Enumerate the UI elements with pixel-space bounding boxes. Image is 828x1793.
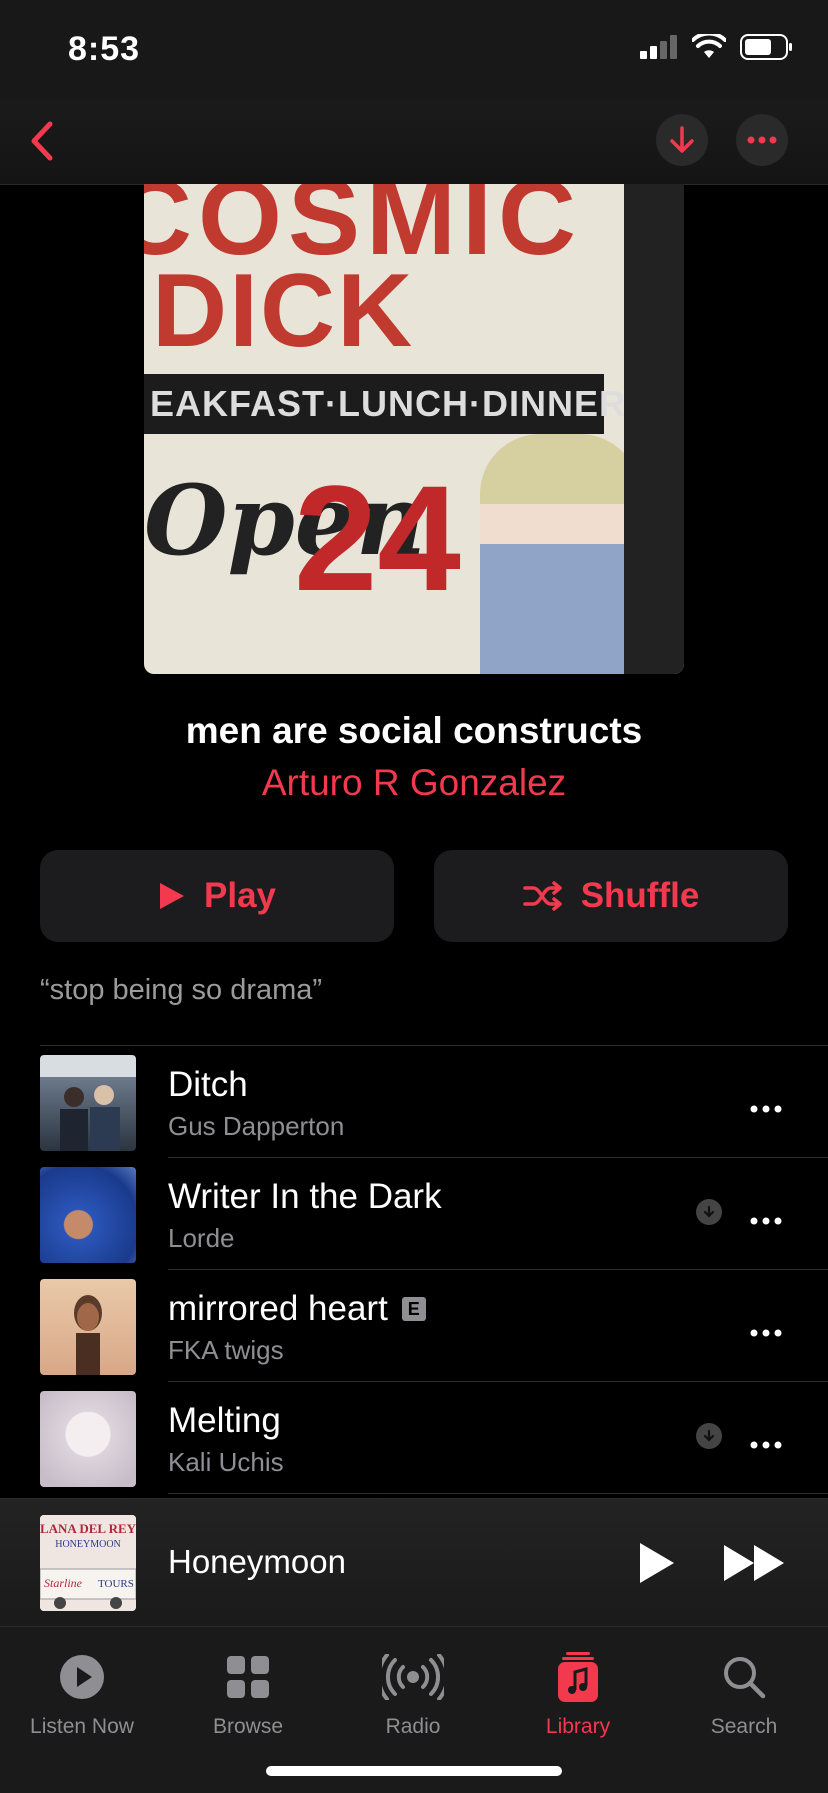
radio-icon (382, 1654, 444, 1700)
tab-search[interactable]: Search (669, 1639, 819, 1739)
play-circle-icon (60, 1655, 104, 1699)
track-title: mirrored heart E (168, 1289, 426, 1329)
mini-player[interactable]: LANA DEL REY HONEYMOON Starline TOURS Ho… (0, 1498, 828, 1627)
tab-listen-now[interactable]: Listen Now (7, 1639, 157, 1739)
tab-browse[interactable]: Browse (173, 1639, 323, 1739)
ellipsis-icon (750, 1217, 782, 1225)
mini-next-button[interactable] (722, 1543, 786, 1583)
search-icon (724, 1657, 766, 1699)
track-more-button[interactable] (750, 1307, 782, 1346)
wifi-icon (692, 34, 726, 58)
honeymoon-artwork: LANA DEL REY HONEYMOON Starline TOURS (40, 1515, 136, 1611)
album-artist-link[interactable]: Arturo R Gonzalez (0, 762, 828, 804)
track-more-button[interactable] (750, 1419, 782, 1458)
playlist-description: “stop being so drama” (40, 974, 323, 1006)
download-arrow-icon (703, 1429, 715, 1442)
track-title-text: Melting (168, 1401, 281, 1440)
track-title-text: mirrored heart (168, 1289, 388, 1328)
ellipsis-icon (750, 1441, 782, 1449)
status-time: 8:53 (68, 30, 141, 68)
track-artist: Kali Uchis (168, 1447, 284, 1477)
track-artist: Gus Dapperton (168, 1111, 345, 1141)
tab-label: Listen Now (30, 1715, 134, 1738)
divider (168, 1493, 828, 1494)
play-button-label: Play (204, 876, 276, 915)
artwork-person (480, 434, 640, 674)
track-title: Melting (168, 1401, 281, 1441)
track-artwork (40, 1055, 136, 1151)
back-button[interactable] (20, 116, 70, 166)
track-artwork (40, 1279, 136, 1375)
tab-label: Search (710, 1715, 778, 1738)
more-options-button[interactable] (736, 114, 788, 166)
artwork-text-24: 24 (294, 454, 461, 622)
track-row[interactable]: Writer In the Dark Lorde (0, 1157, 828, 1269)
status-icons (640, 34, 794, 60)
download-arrow-icon (703, 1205, 715, 1218)
track-more-button[interactable] (750, 1083, 782, 1122)
cellular-signal-icon (640, 35, 677, 59)
tab-library[interactable]: Library (503, 1639, 653, 1739)
svg-text:HONEYMOON: HONEYMOON (55, 1539, 121, 1550)
music-note-icon (558, 1652, 598, 1702)
play-icon (640, 1543, 674, 1583)
shuffle-button[interactable]: Shuffle (434, 850, 788, 942)
shuffle-icon (522, 881, 562, 911)
chevron-left-icon (31, 121, 53, 161)
ellipsis-icon (747, 136, 777, 144)
tab-label: Library (545, 1715, 611, 1738)
track-artist: FKA twigs (168, 1335, 284, 1365)
artwork-text-meals: EAKFAST·LUNCH·DINNER (150, 383, 626, 424)
artwork-text-dick: DICK (152, 253, 415, 369)
track-title: Ditch (168, 1065, 248, 1105)
svg-text:LANA DEL REY: LANA DEL REY (40, 1521, 136, 1536)
shuffle-button-label: Shuffle (580, 876, 700, 915)
status-bar: 8:53 (0, 0, 828, 100)
fast-forward-icon (724, 1545, 784, 1581)
downloaded-indicator (696, 1199, 722, 1225)
tab-label: Radio (385, 1715, 441, 1738)
home-indicator[interactable] (266, 1766, 562, 1776)
play-button[interactable]: Play (40, 850, 394, 942)
svg-text:Starline: Starline (44, 1576, 83, 1590)
album-artwork: COSMIC DICK EAKFAST·LUNCH·DINNER Open 24 (144, 184, 684, 674)
now-playing-title: Honeymoon (168, 1543, 346, 1580)
track-title: Writer In the Dark (168, 1177, 442, 1217)
svg-text:TOURS: TOURS (98, 1578, 134, 1590)
mini-play-button[interactable] (636, 1541, 680, 1585)
track-artwork (40, 1391, 136, 1487)
downloaded-indicator (696, 1423, 722, 1449)
grid-icon (227, 1656, 269, 1698)
track-title-text: Writer In the Dark (168, 1177, 442, 1216)
download-button[interactable] (656, 114, 708, 166)
navigation-bar (0, 100, 828, 185)
tab-label: Browse (212, 1715, 284, 1738)
artwork-frame (624, 184, 684, 674)
track-more-button[interactable] (750, 1195, 782, 1234)
ellipsis-icon (750, 1329, 782, 1337)
track-artwork (40, 1167, 136, 1263)
artwork-figures (60, 1085, 120, 1151)
track-row[interactable]: mirrored heart E FKA twigs (0, 1269, 828, 1381)
explicit-badge: E (401, 1297, 426, 1321)
track-row[interactable]: Melting Kali Uchis (0, 1381, 828, 1493)
download-arrow-icon (670, 126, 694, 153)
now-playing-artwork: LANA DEL REY HONEYMOON Starline TOURS (40, 1515, 136, 1611)
track-artist: Lorde (168, 1223, 235, 1253)
artwork-portrait (74, 1295, 102, 1375)
play-icon (160, 883, 184, 909)
track-row[interactable]: Ditch Gus Dapperton (0, 1045, 828, 1157)
tab-radio[interactable]: Radio (338, 1639, 488, 1739)
battery-icon (740, 34, 792, 60)
album-title: men are social constructs (185, 710, 643, 751)
artwork-band: EAKFAST·LUNCH·DINNER (144, 374, 625, 434)
track-title-text: Ditch (168, 1065, 248, 1104)
ellipsis-icon (750, 1105, 782, 1113)
